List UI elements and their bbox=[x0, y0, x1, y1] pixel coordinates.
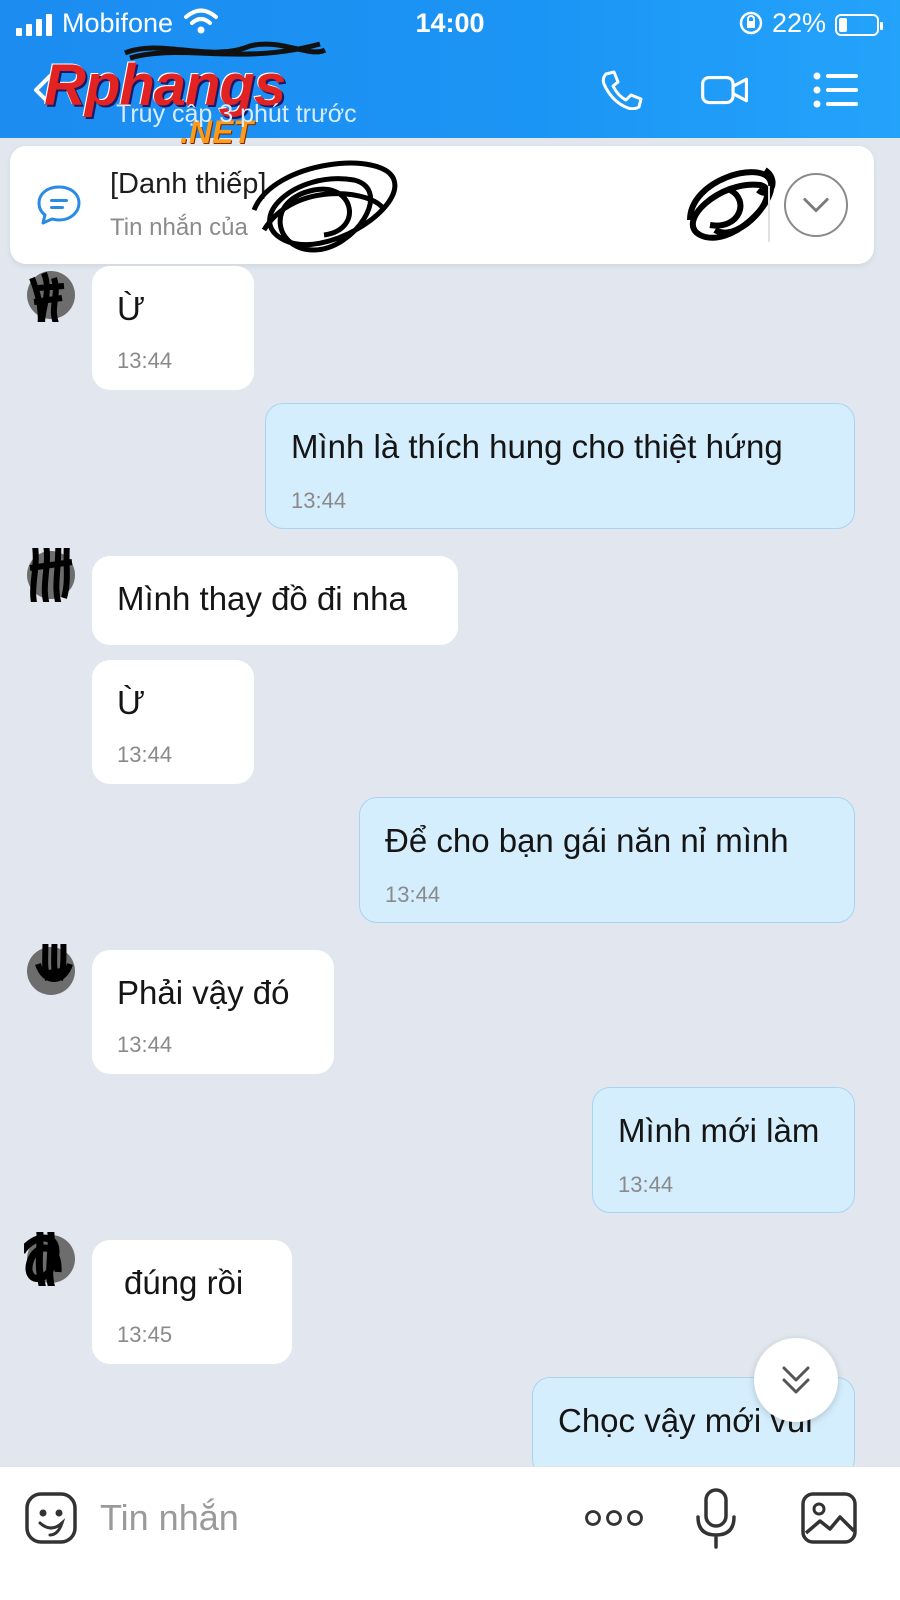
status-time: 14:00 bbox=[415, 8, 485, 38]
message-bubble[interactable]: Mình là thích hung cho thiệt hứng 13:44 bbox=[265, 403, 855, 529]
image-gallery-icon[interactable] bbox=[800, 1491, 858, 1545]
video-call-icon[interactable] bbox=[700, 70, 750, 110]
message-bubble[interactable]: Mình thay đồ đi nha bbox=[92, 556, 458, 645]
message-bubble[interactable]: Ừ 13:44 bbox=[92, 266, 254, 390]
redaction-scribble bbox=[251, 160, 398, 253]
status-bar: Mobifone 14:00 22% bbox=[0, 6, 900, 42]
chat-header: Mobifone 14:00 22% Rphangs .NET Truy cập… bbox=[0, 0, 900, 150]
double-chevron-down-icon bbox=[782, 1366, 810, 1394]
message-bubble[interactable]: đúng rồi 13:45 bbox=[92, 1240, 292, 1364]
emoji-sticker-icon[interactable] bbox=[24, 1491, 78, 1545]
pinned-subtitle: Tin nhắn của bbox=[110, 214, 248, 241]
message-bubble[interactable]: Ừ 13:44 bbox=[92, 660, 254, 784]
chevron-down-icon[interactable] bbox=[784, 173, 848, 237]
redaction-scribble bbox=[687, 167, 776, 241]
last-seen: Truy cập 3 phút trước bbox=[116, 100, 357, 128]
battery-percent: 22% bbox=[772, 8, 827, 38]
message-bubble[interactable]: Để cho bạn gái năn nỉ mình 13:44 bbox=[359, 797, 855, 923]
composer-bar bbox=[0, 1466, 900, 1600]
battery-icon bbox=[835, 14, 883, 36]
message-bubble[interactable]: Mình mới làm 13:44 bbox=[592, 1087, 855, 1213]
avatar[interactable] bbox=[24, 944, 78, 998]
orientation-lock-icon bbox=[739, 11, 763, 35]
chat-bubble-icon bbox=[37, 185, 81, 225]
scroll-to-bottom-button[interactable] bbox=[754, 1338, 838, 1422]
menu-list-icon[interactable] bbox=[812, 70, 862, 110]
avatar[interactable] bbox=[24, 268, 78, 322]
more-options-icon[interactable] bbox=[584, 1503, 644, 1533]
microphone-icon[interactable] bbox=[694, 1487, 738, 1551]
message-input[interactable] bbox=[100, 1495, 540, 1541]
pinned-message-banner[interactable]: [Danh thiếp] Tin nhắn của bbox=[10, 146, 874, 264]
banner-divider bbox=[768, 186, 770, 242]
message-bubble[interactable]: Phải vậy đó 13:44 bbox=[92, 950, 334, 1074]
avatar[interactable] bbox=[24, 1232, 78, 1286]
phone-call-icon[interactable] bbox=[598, 70, 648, 110]
avatar[interactable] bbox=[24, 548, 78, 602]
watermark-logo: Rphangs .NET bbox=[40, 46, 340, 150]
